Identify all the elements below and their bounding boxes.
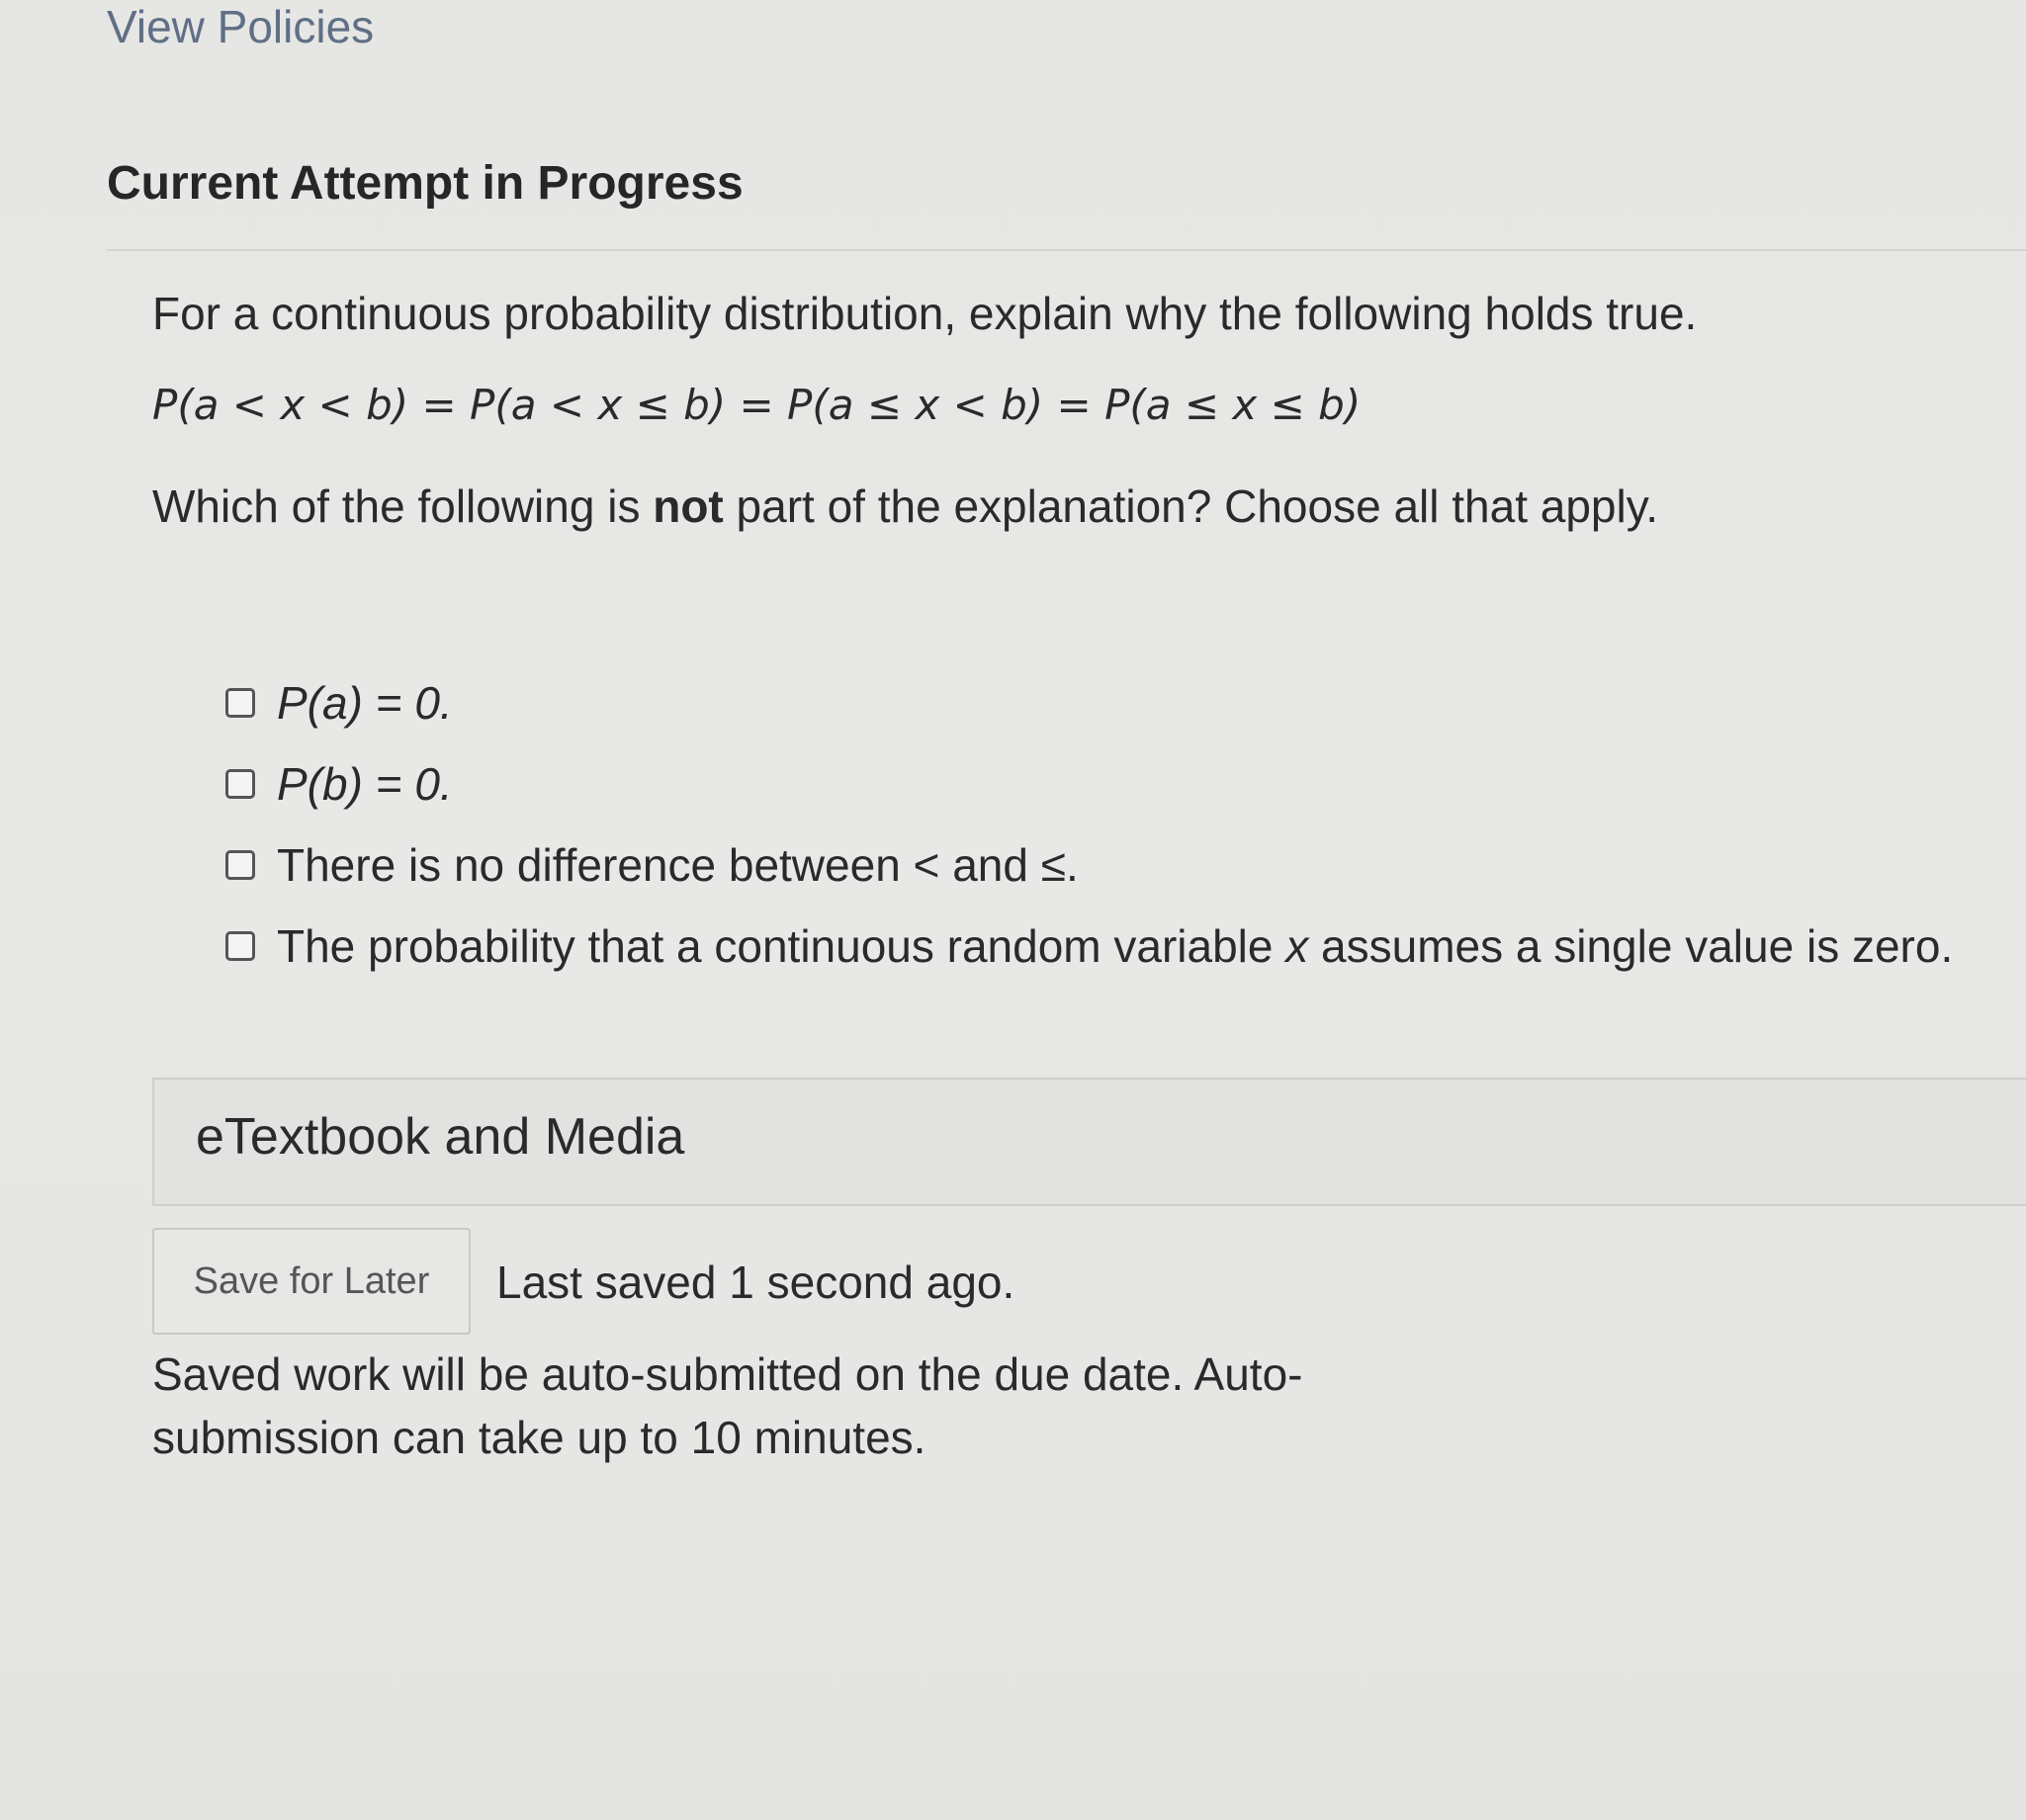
option-label: P(a) = 0. bbox=[277, 677, 453, 729]
question-instruction: Which of the following is not part of th… bbox=[152, 479, 1658, 533]
view-policies-link[interactable]: View Policies bbox=[107, 0, 374, 53]
section-divider bbox=[107, 249, 2026, 251]
answer-options: P(a) = 0. P(b) = 0. There is no differen… bbox=[225, 662, 1953, 987]
question-prompt: For a continuous probability distributio… bbox=[152, 288, 1698, 339]
option-label: The probability that a continuous random… bbox=[277, 919, 1953, 973]
answer-option[interactable]: P(a) = 0. bbox=[225, 662, 1953, 743]
checkbox[interactable] bbox=[225, 850, 255, 880]
save-for-later-button[interactable]: Save for Later bbox=[152, 1228, 471, 1335]
instruction-text-before: Which of the following is bbox=[152, 480, 654, 532]
instruction-text-after: part of the explanation? Choose all that… bbox=[723, 480, 1659, 532]
answer-option[interactable]: P(b) = 0. bbox=[225, 743, 1953, 824]
assignment-page: View Policies Current Attempt in Progres… bbox=[0, 0, 2026, 1820]
auto-submit-note: Saved work will be auto-submitted on the… bbox=[152, 1348, 1303, 1463]
last-saved-status: Last saved 1 second ago. bbox=[496, 1257, 1015, 1308]
option-label-after: assumes a single value is zero. bbox=[1308, 920, 1954, 972]
checkbox[interactable] bbox=[225, 931, 255, 961]
checkbox[interactable] bbox=[225, 688, 255, 718]
etextbook-media-label: eTextbook and Media bbox=[196, 1108, 685, 1166]
answer-option[interactable]: There is no difference between < and ≤. bbox=[225, 824, 1953, 906]
attempt-title: Current Attempt in Progress bbox=[107, 157, 744, 210]
etextbook-media-panel[interactable]: eTextbook and Media bbox=[152, 1078, 2026, 1206]
question-equation: P(a < x < b) = P(a < x ≤ b) = P(a ≤ x < … bbox=[152, 381, 1362, 429]
checkbox[interactable] bbox=[225, 769, 255, 799]
option-label-variable: x bbox=[1285, 920, 1309, 972]
option-label: There is no difference between < and ≤. bbox=[277, 839, 1079, 891]
instruction-emphasis: not bbox=[653, 480, 724, 532]
answer-option[interactable]: The probability that a continuous random… bbox=[225, 906, 1953, 987]
option-label: P(b) = 0. bbox=[277, 758, 453, 810]
option-label-before: The probability that a continuous random… bbox=[277, 920, 1286, 972]
